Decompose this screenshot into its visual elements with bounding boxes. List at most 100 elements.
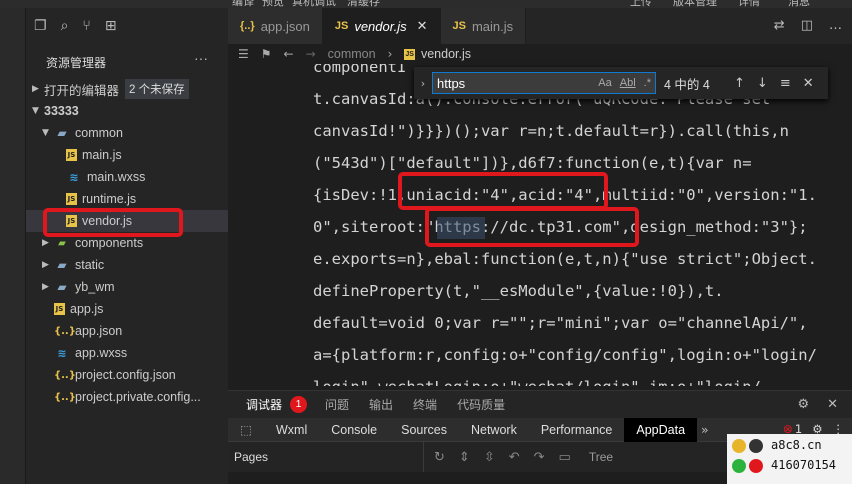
code-line: componentI <box>313 64 407 76</box>
activity-bar <box>0 8 26 484</box>
menu-version[interactable]: 版本管理 <box>673 0 717 8</box>
code-view-icon[interactable]: ▭ <box>559 450 571 465</box>
tab-vendor-js[interactable]: JS vendor.js ✕ <box>322 8 441 44</box>
bottom-panel-tabs: 调试器 1 问题 输出 终端 代码质量 ⚙ ✕ <box>228 390 852 418</box>
back-arrow-icon[interactable]: ← <box>284 47 294 61</box>
refresh-icon[interactable]: ↻ <box>434 450 445 465</box>
menu-clear-cache[interactable]: 清缓存 <box>347 0 380 8</box>
tab-network[interactable]: Network <box>459 418 529 442</box>
tree-item-common[interactable]: ▼ ▰ common <box>26 122 228 144</box>
match-case-icon[interactable]: Aa <box>598 77 611 89</box>
menu-compile[interactable]: 编译 <box>232 0 254 8</box>
editor-tabs: {..} app.json JS vendor.js ✕ JS main.js … <box>228 8 852 44</box>
error-badge: 1 <box>290 396 308 413</box>
arrow-up-icon[interactable]: ↑ <box>734 76 745 91</box>
js-file-icon: JS <box>452 20 466 32</box>
find-query: https <box>437 75 466 91</box>
tab-debugger[interactable]: 调试器 <box>246 396 282 413</box>
match-count: 4 中的 4 <box>664 77 710 92</box>
css-file-icon: ≋ <box>57 346 67 360</box>
tab-sources[interactable]: Sources <box>389 418 459 442</box>
files-icon[interactable]: ❐ <box>34 18 47 34</box>
code-line: canvasId!")}}})();var r=n;t.default=r}).… <box>313 122 789 140</box>
close-icon[interactable]: ✕ <box>803 76 814 91</box>
more-icon[interactable]: ··· <box>194 50 208 66</box>
tab-problems[interactable]: 问题 <box>325 396 349 413</box>
tree-item-main-wxss[interactable]: ≋ main.wxss <box>26 166 228 188</box>
expand-icon[interactable]: ⇕ <box>459 450 470 465</box>
menu-upload[interactable]: 上传 <box>630 0 652 8</box>
menu-device-debug[interactable]: 真机调试 <box>292 0 336 8</box>
tree-item-app-json[interactable]: {..} app.json <box>26 320 228 342</box>
sidebar-toggle-icon[interactable]: ☰ <box>238 47 249 61</box>
menu-details[interactable]: 详情 <box>738 0 760 8</box>
breadcrumb-file[interactable]: vendor.js <box>421 47 471 61</box>
more-icon[interactable]: … <box>829 18 842 33</box>
forward-arrow-icon[interactable]: → <box>306 47 316 61</box>
tree-item-project-config[interactable]: {..} project.config.json <box>26 364 228 386</box>
arrow-down-icon[interactable]: ↓ <box>757 76 768 91</box>
whole-word-icon[interactable]: Abl <box>620 77 636 89</box>
selection-filter-icon[interactable]: ≡ <box>780 76 791 91</box>
json-file-icon: {..} <box>54 325 76 337</box>
folder-open-icon: ▰ <box>57 126 67 140</box>
tab-label: main.js <box>471 18 514 34</box>
menu-messages[interactable]: 消息 <box>788 0 810 8</box>
tree-item-app-wxss[interactable]: ≋ app.wxss <box>26 342 228 364</box>
tab-output[interactable]: 输出 <box>369 396 393 413</box>
tab-code-quality[interactable]: 代码质量 <box>457 396 505 413</box>
top-menubar: 编译 预览 真机调试 清缓存 上传 版本管理 详情 消息 <box>0 0 852 8</box>
find-input[interactable]: https Aa Abl .* <box>432 72 656 94</box>
undo-icon[interactable]: ↶ <box>509 450 520 465</box>
regex-icon[interactable]: .* <box>644 77 651 89</box>
tab-console[interactable]: Console <box>319 418 389 442</box>
tab-main-js[interactable]: JS main.js <box>440 8 527 44</box>
watermark-site: a8c8.cn <box>771 438 822 452</box>
tree-item-label: project.config.json <box>75 368 176 382</box>
close-icon[interactable]: ✕ <box>417 18 428 34</box>
watermark: a8c8.cn 416070154 <box>727 434 852 484</box>
tree-item-yb-wm[interactable]: ▶ ▰ yb_wm <box>26 276 228 298</box>
breadcrumb-folder[interactable]: common <box>328 47 376 61</box>
code-line: a={platform:r,config:o+"config/config",l… <box>313 346 817 364</box>
collapse-icon[interactable]: ⇳ <box>484 450 495 465</box>
unsaved-badge: 2 个未保存 <box>125 79 189 99</box>
js-file-icon: JS <box>404 48 415 60</box>
tree-item-static[interactable]: ▶ ▰ static <box>26 254 228 276</box>
tab-app-json[interactable]: {..} app.json <box>228 8 323 44</box>
gear-icon[interactable]: ⚙ <box>797 397 809 412</box>
code-line: e.exports=n},ebal:function(e,t,n){"use s… <box>313 250 817 268</box>
tree-item-label: main.wxss <box>87 170 146 184</box>
source-control-icon[interactable]: ⑂ <box>82 18 90 34</box>
tree-item-project-private-config[interactable]: {..} project.private.config... <box>26 386 228 408</box>
extensions-icon[interactable]: ⊞ <box>105 18 117 34</box>
redo-icon[interactable]: ↷ <box>534 450 545 465</box>
bookmark-icon[interactable]: ⚑ <box>261 47 272 61</box>
tab-performance[interactable]: Performance <box>529 418 625 442</box>
project-name: 33333 <box>44 104 79 118</box>
more-tabs-icon[interactable]: » <box>701 422 709 437</box>
js-file-icon: JS <box>54 303 65 315</box>
search-icon[interactable]: ⌕ <box>61 18 69 34</box>
menu-preview[interactable]: 预览 <box>262 0 284 8</box>
explorer-title: 资源管理器 <box>46 56 107 70</box>
tab-appdata[interactable]: AppData <box>624 417 698 442</box>
close-icon[interactable]: ✕ <box>827 397 838 412</box>
project-root[interactable]: ▼ 33333 <box>26 100 228 122</box>
split-editor-icon[interactable]: ◫ <box>801 18 813 33</box>
tree-item-main-js[interactable]: JS main.js <box>26 144 228 166</box>
folder-icon: ▰ <box>58 237 66 249</box>
tree-dropdown[interactable]: Tree <box>589 450 613 465</box>
tree-item-runtime-js[interactable]: JS runtime.js <box>26 188 228 210</box>
qq-icon <box>749 459 763 473</box>
split-compare-icon[interactable]: ⇄ <box>774 18 785 33</box>
inspect-element-icon[interactable]: ⬚ <box>228 422 264 437</box>
tree-item-app-js[interactable]: JS app.js <box>26 298 228 320</box>
folder-icon: ▰ <box>57 258 67 272</box>
tab-wxml[interactable]: Wxml <box>264 418 319 442</box>
chevron-right-icon[interactable]: › <box>414 77 432 90</box>
folder-icon: ▰ <box>57 280 67 294</box>
json-file-icon: {..} <box>54 391 76 403</box>
tab-terminal[interactable]: 终端 <box>413 396 437 413</box>
open-editors-section[interactable]: ▶ 打开的编辑器 2 个未保存 <box>26 78 228 100</box>
